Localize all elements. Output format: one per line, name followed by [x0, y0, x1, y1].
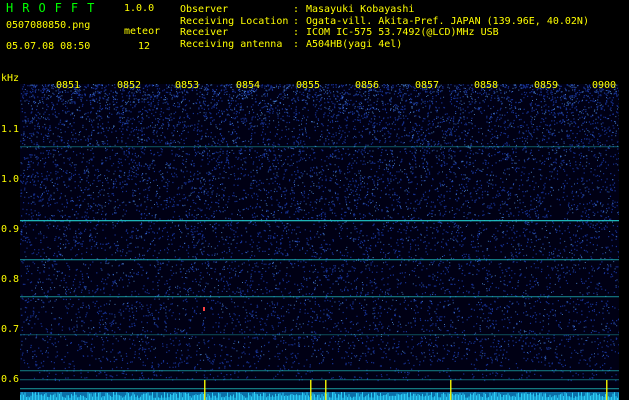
time-tick-0859: 0859: [534, 80, 559, 91]
info-key: Observer: [180, 4, 229, 15]
time-tick-0900: 0900: [592, 80, 617, 91]
info-row-observer: Observer : Masayuki Kobayashi: [180, 4, 589, 16]
y-tick-1-1: 1.1: [1, 124, 20, 135]
meteor-echo: [325, 380, 327, 400]
time-tick-0855: 0855: [296, 80, 321, 91]
carrier-line: [20, 146, 619, 148]
info-colon: :: [293, 4, 300, 15]
meteor-echo: [450, 380, 452, 400]
info-key: Receiving antenna: [180, 38, 283, 50]
carrier-line: [20, 334, 619, 336]
info-colon: :: [293, 15, 300, 27]
hrofft-window: HROFFT 1.0.0 0507080850.png meteor 05.07…: [0, 0, 629, 400]
time-tick-0851: 0851: [56, 80, 81, 91]
y-tick-0-9: 0.9: [1, 224, 20, 235]
info-value: A504HB(yagi 4el): [306, 38, 403, 50]
info-value: Ogata-vill. Akita-Pref. JAPAN (139.96E, …: [306, 15, 589, 27]
info-row-location: Receiving Location : Ogata-vill. Akita-P…: [180, 16, 589, 28]
y-tick-0-8: 0.8: [1, 274, 20, 285]
carrier-line: [20, 220, 619, 222]
y-tick-0-7: 0.7: [1, 324, 20, 335]
spectrogram-canvas: [20, 84, 619, 400]
station-info: Observer : Masayuki Kobayashi Receiving …: [180, 4, 589, 50]
time-tick-0856: 0856: [355, 80, 380, 91]
info-colon: :: [293, 38, 300, 50]
meteor-echo: [606, 380, 608, 400]
time-tick-0858: 0858: [474, 80, 499, 91]
app-version: 1.0.0: [124, 3, 155, 14]
meteor-echo: [310, 380, 312, 400]
capture-datetime: 05.07.08 08:50: [6, 41, 91, 52]
info-key: Receiving Location: [180, 15, 289, 27]
meteor-count: 12: [138, 41, 151, 52]
spectrogram-area: [20, 84, 619, 400]
time-tick-0853: 0853: [175, 80, 200, 91]
info-value: ICOM IC-575 53.7492(@LCD)MHz USB: [306, 27, 499, 38]
meteor-echo-ping: [203, 307, 205, 311]
carrier-line: [20, 379, 619, 381]
info-row-antenna: Receiving antenna : A504HB(yagi 4el): [180, 39, 589, 51]
carrier-line: [20, 388, 619, 390]
y-axis-unit: kHz: [1, 73, 20, 84]
carrier-line: [20, 296, 619, 298]
image-filename: 0507080850.png: [6, 20, 91, 31]
info-colon: :: [293, 27, 300, 38]
y-tick-0-6: 0.6: [1, 374, 20, 385]
meteor-echo: [204, 380, 206, 400]
carrier-line: [20, 370, 619, 372]
y-tick-1-0: 1.0: [1, 174, 20, 185]
info-value: Masayuki Kobayashi: [306, 4, 415, 15]
time-tick-0857: 0857: [415, 80, 440, 91]
time-tick-0852: 0852: [117, 80, 142, 91]
app-title: HROFFT: [6, 1, 104, 15]
meteor-label: meteor: [124, 26, 161, 37]
spectrogram-background: [20, 84, 619, 400]
carrier-line: [20, 259, 619, 261]
info-row-receiver: Receiver : ICOM IC-575 53.7492(@LCD)MHz …: [180, 27, 589, 39]
info-key: Receiver: [180, 27, 229, 38]
time-tick-0854: 0854: [236, 80, 261, 91]
